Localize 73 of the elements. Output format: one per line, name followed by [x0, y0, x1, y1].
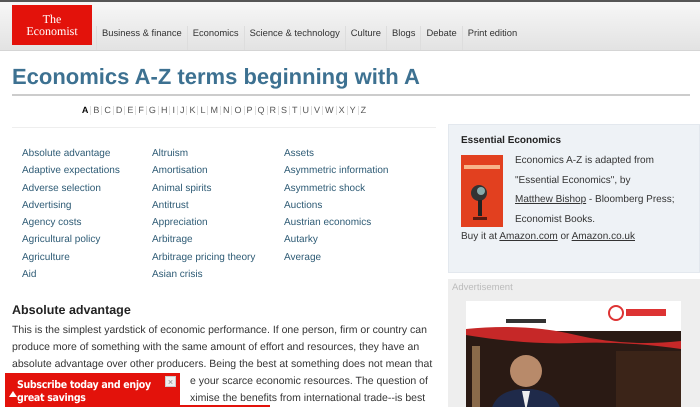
letter-link[interactable]: J [176, 106, 186, 115]
term-link[interactable]: Absolute advantage [22, 145, 152, 162]
term-link[interactable]: Asymmetric information [284, 162, 434, 180]
letter-link[interactable]: D [112, 106, 124, 115]
store-link[interactable]: Amazon.com [499, 231, 558, 242]
term-link[interactable]: Auctions [284, 196, 434, 214]
letter-link[interactable]: Z [358, 106, 368, 115]
article-text-line: ximise the benefits from international trade--is best [190, 390, 426, 406]
letter-link[interactable]: E [124, 106, 136, 115]
subscribe-banner[interactable]: Subscribe today and enjoy great savings × [5, 373, 180, 407]
letter-link[interactable]: P [244, 106, 255, 115]
term-link[interactable]: Animal spirits [152, 180, 284, 197]
term-link[interactable]: Antitrust [152, 196, 284, 214]
nav-link[interactable]: Economics [186, 26, 244, 50]
letter-link[interactable]: F [135, 106, 146, 115]
article-heading: Absolute advantage [12, 303, 132, 318]
term-link[interactable]: Amortisation [152, 162, 284, 180]
article-text-line: e your scarce economic resources. The question of [190, 374, 428, 389]
term-link[interactable]: Aid [22, 266, 152, 284]
author-link[interactable]: Matthew Bishop [515, 194, 586, 205]
term-link[interactable]: Advertising [22, 196, 152, 214]
letter-link[interactable]: U [300, 106, 312, 115]
term-link[interactable]: Autarky [284, 231, 434, 249]
buy-text: Buy it at Amazon.com or Amazon.co.uk [461, 231, 636, 242]
letter-link[interactable]: R [266, 106, 278, 115]
article-text-line: produce more of something with the same amount of effort and resources, they have an [12, 340, 420, 356]
term-link[interactable]: Altruism [152, 145, 284, 162]
letter-link[interactable]: Q [254, 106, 267, 115]
letter-link[interactable]: L [197, 106, 208, 115]
subscribe-text: Subscribe today and enjoy great savings [17, 379, 152, 404]
panel-title: Essential Economics [461, 135, 562, 146]
letter-link[interactable]: S [278, 106, 290, 115]
letter-link[interactable]: O [231, 106, 244, 115]
term-link[interactable]: Asian crisis [152, 266, 284, 284]
nav-link[interactable]: Business & finance [96, 26, 187, 50]
letter-link[interactable]: B [90, 106, 102, 115]
book-description: Economics A-Z is adapted from "Essential Economics", by Matthew Bishop - Bloomberg Press; Economist Books. [515, 154, 676, 226]
letter-link[interactable]: G [146, 106, 158, 115]
term-link[interactable]: Austrian economics [284, 214, 434, 232]
term-link[interactable]: Arbitrage [152, 231, 284, 249]
nav-link[interactable]: Blogs [386, 26, 420, 50]
letter-link[interactable]: A [80, 106, 90, 115]
term-link[interactable]: Agriculture [22, 248, 152, 266]
page-title: Economics A-Z terms beginning with A [12, 64, 421, 90]
term-link[interactable]: Adverse selection [22, 180, 152, 197]
letter-link[interactable]: X [336, 106, 347, 115]
caret-icon [9, 391, 17, 397]
term-link[interactable]: Average [284, 248, 434, 266]
logo[interactable]: The Economist [12, 5, 92, 45]
nav-link[interactable]: Culture [344, 26, 386, 50]
letter-link[interactable]: Y [346, 106, 358, 115]
term-link[interactable]: Agricultural policy [22, 231, 152, 249]
letter-link[interactable]: K [186, 106, 198, 115]
nav-link[interactable]: Science & technology [244, 26, 345, 50]
store-link[interactable]: Amazon.co.uk [572, 231, 635, 242]
term-link[interactable]: Appreciation [152, 214, 284, 232]
letter-link[interactable]: I [169, 106, 177, 115]
nav-link[interactable]: Debate [420, 26, 462, 50]
letter-link[interactable]: M [207, 106, 220, 115]
article-text-line: absolute advantage over other producers. Being the best at something does not mean that [12, 356, 432, 372]
term-link[interactable]: Asymmetric shock [284, 180, 434, 197]
term-link[interactable]: Assets [284, 145, 434, 162]
nav-link[interactable]: Print edition [462, 26, 522, 50]
letter-link[interactable]: N [220, 106, 232, 115]
letter-link[interactable]: T [289, 106, 300, 115]
letter-link[interactable]: C [101, 106, 113, 115]
article-text-line: This is the simplest yardstick of economic performance. If one person, firm or country can [12, 323, 427, 338]
term-link[interactable]: Agency costs [22, 214, 152, 232]
term-link[interactable]: Adaptive expectations [22, 162, 152, 180]
term-link[interactable]: Arbitrage pricing theory [152, 248, 284, 266]
letter-link[interactable]: H [158, 106, 170, 115]
letter-link[interactable]: V [311, 106, 322, 115]
letter-link[interactable]: W [322, 106, 336, 115]
